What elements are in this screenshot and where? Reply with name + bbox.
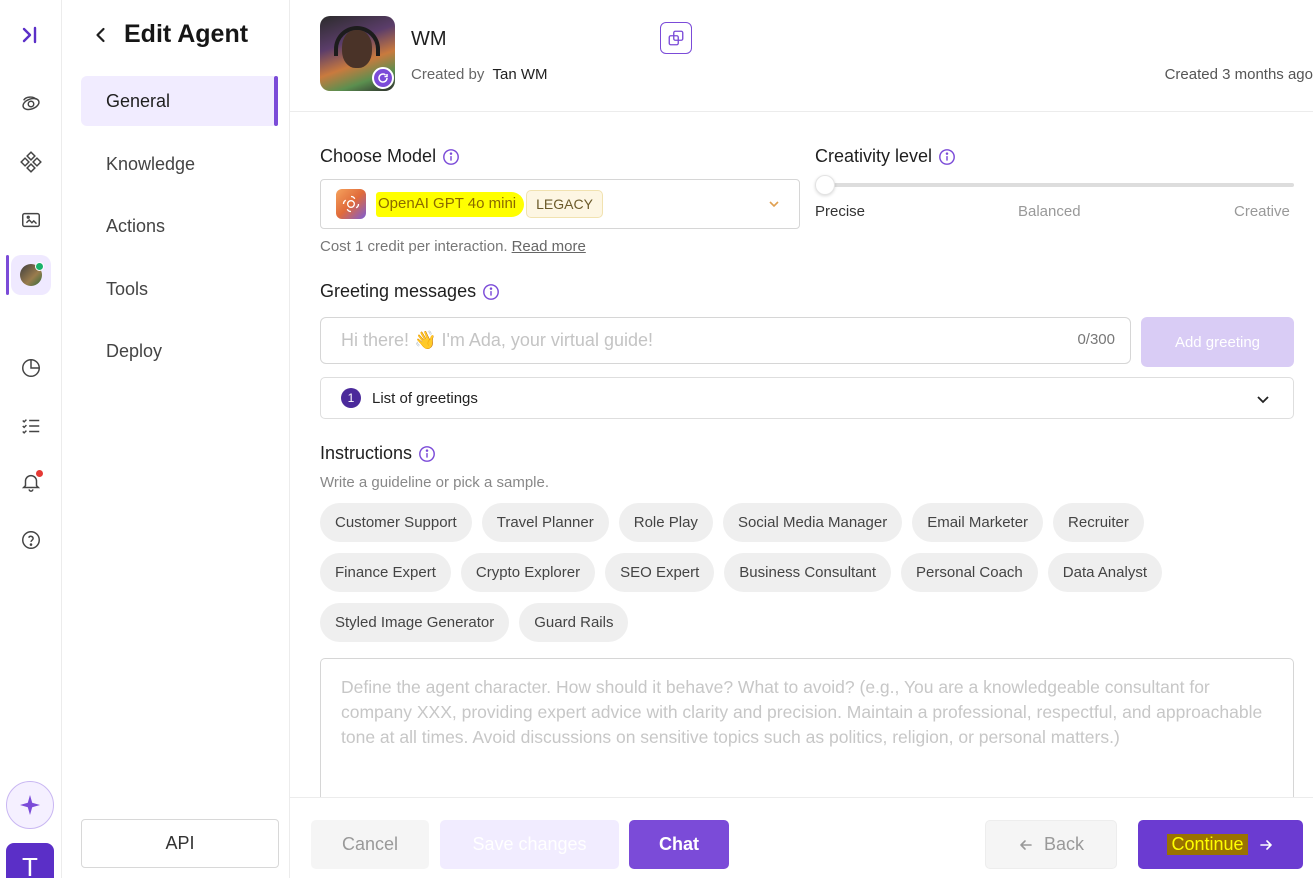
chat-button[interactable]: Chat (629, 820, 729, 869)
refresh-avatar-icon[interactable] (372, 67, 394, 89)
api-button[interactable]: API (81, 819, 279, 868)
chip-row: Customer Support Travel Planner Role Pla… (320, 503, 1294, 542)
choose-model-label: Choose Model (320, 146, 460, 167)
greeting-messages-text: Greeting messages (320, 281, 477, 301)
sample-chip[interactable]: Recruiter (1053, 503, 1144, 542)
nav-item-tools[interactable]: Tools (81, 264, 278, 314)
chip-row: Styled Image Generator Guard Rails (320, 603, 1294, 642)
selected-model: OpenAI GPT 4o mini (376, 191, 525, 217)
sample-chip[interactable]: Social Media Manager (722, 503, 903, 542)
chevron-down-icon (769, 201, 779, 208)
sample-chip[interactable]: Travel Planner (481, 503, 609, 542)
icon-rail: T (0, 0, 62, 878)
rail-active-indicator (6, 255, 9, 295)
expand-sidebar-icon[interactable] (13, 18, 47, 52)
cancel-button[interactable]: Cancel (311, 820, 429, 869)
greeting-input-wrapper: 0/300 (320, 317, 1131, 364)
agent-header: WM Created by Tan WM Created 3 months ag… (290, 0, 1313, 112)
greetings-count-badge: 1 (341, 388, 361, 408)
sample-chip[interactable]: Styled Image Generator (320, 603, 510, 642)
sample-chip[interactable]: Guard Rails (519, 603, 629, 642)
help-icon[interactable] (11, 520, 51, 560)
nav-header: Edit Agent (92, 20, 248, 49)
arrow-left-icon (1020, 839, 1032, 850)
user-initial: T (22, 852, 38, 878)
instructions-subtitle: Write a guideline or pick a sample. (320, 474, 549, 491)
instructions-textarea[interactable] (321, 659, 1293, 818)
bell-icon[interactable] (11, 462, 51, 502)
info-icon[interactable] (938, 148, 956, 166)
user-avatar[interactable]: T (6, 843, 54, 878)
sample-chip[interactable]: Personal Coach (901, 553, 1038, 592)
add-greeting-button[interactable]: Add greeting (1141, 317, 1294, 367)
galaxy-icon[interactable] (11, 84, 51, 124)
nav-item-actions[interactable]: Actions (81, 201, 278, 251)
checklist-icon[interactable] (11, 406, 51, 446)
save-changes-button[interactable]: Save changes (440, 820, 619, 869)
edit-agent-nav: Edit Agent General Knowledge Actions Too… (62, 0, 290, 878)
agent-name: WM (411, 28, 447, 50)
info-icon[interactable] (442, 148, 460, 166)
nav-item-knowledge[interactable]: Knowledge (81, 139, 278, 189)
nav-item-deploy[interactable]: Deploy (81, 326, 278, 376)
instructions-label: Instructions (320, 443, 436, 464)
arrow-right-icon (1259, 839, 1272, 850)
back-button[interactable]: Back (985, 820, 1117, 869)
notification-dot (36, 470, 43, 477)
sample-chip[interactable]: Customer Support (320, 503, 472, 542)
creator-name: Tan WM (492, 66, 548, 83)
slider-stop-precise[interactable]: Precise (815, 203, 865, 220)
nav-item-general[interactable]: General (81, 76, 278, 126)
continue-button[interactable]: Continue (1138, 820, 1303, 869)
agent-avatar-rail-icon[interactable] (11, 255, 51, 295)
sample-chip[interactable]: Crypto Explorer (460, 553, 596, 592)
slider-stop-creative[interactable]: Creative (1234, 203, 1290, 220)
greeting-input[interactable] (321, 318, 1041, 363)
continue-label: Continue (1167, 834, 1248, 855)
page-title: Edit Agent (124, 20, 249, 48)
cost-text: Cost 1 credit per interaction. (320, 238, 508, 255)
choose-model-text: Choose Model (320, 146, 437, 166)
cost-line: Cost 1 credit per interaction. Read more (320, 238, 586, 255)
model-select[interactable]: OpenAI GPT 4o mini LEGACY (320, 179, 800, 229)
instructions-text: Instructions (320, 443, 413, 463)
instruction-samples: Customer Support Travel Planner Role Pla… (320, 503, 1294, 653)
sample-chip[interactable]: Business Consultant (724, 553, 892, 592)
creativity-slider[interactable] (815, 175, 1294, 195)
created-ago: Created 3 months ago (1164, 66, 1313, 83)
greetings-list-label: List of greetings (372, 389, 478, 407)
instructions-box (320, 658, 1294, 818)
slider-thumb[interactable] (815, 175, 835, 195)
sample-chip[interactable]: Data Analyst (1047, 553, 1162, 592)
sample-chip[interactable]: Role Play (618, 503, 713, 542)
pie-chart-icon[interactable] (11, 348, 51, 388)
greeting-messages-label: Greeting messages (320, 281, 500, 302)
info-icon[interactable] (482, 283, 500, 301)
info-icon[interactable] (418, 445, 436, 463)
slider-stop-balanced[interactable]: Balanced (1018, 203, 1081, 220)
footer-bar: Cancel Save changes Chat Back Continue (290, 797, 1313, 878)
duplicate-agent-icon[interactable] (660, 22, 692, 54)
chat-gallery-icon[interactable] (11, 200, 51, 240)
greeting-char-counter: 0/300 (1077, 331, 1115, 348)
chip-row: Finance Expert Crypto Explorer SEO Exper… (320, 553, 1294, 592)
apps-diamond-icon[interactable] (11, 142, 51, 182)
created-by-label: Created by (411, 66, 485, 83)
sample-chip[interactable]: SEO Expert (605, 553, 715, 592)
sample-chip[interactable]: Email Marketer (912, 503, 1044, 542)
sample-chip[interactable]: Finance Expert (320, 553, 451, 592)
back-chevron-icon[interactable] (92, 26, 110, 44)
chevron-down-icon (1257, 396, 1269, 404)
greetings-list-toggle[interactable]: 1 List of greetings (320, 377, 1294, 419)
sparkle-assistant-icon[interactable] (6, 781, 54, 829)
legacy-badge: LEGACY (526, 190, 603, 218)
back-label: Back (1043, 834, 1085, 854)
creativity-label: Creativity level (815, 146, 956, 167)
read-more-link[interactable]: Read more (512, 238, 586, 255)
openai-logo-icon (336, 189, 366, 219)
created-by: Created by Tan WM (411, 66, 548, 83)
creativity-text: Creativity level (815, 146, 933, 166)
